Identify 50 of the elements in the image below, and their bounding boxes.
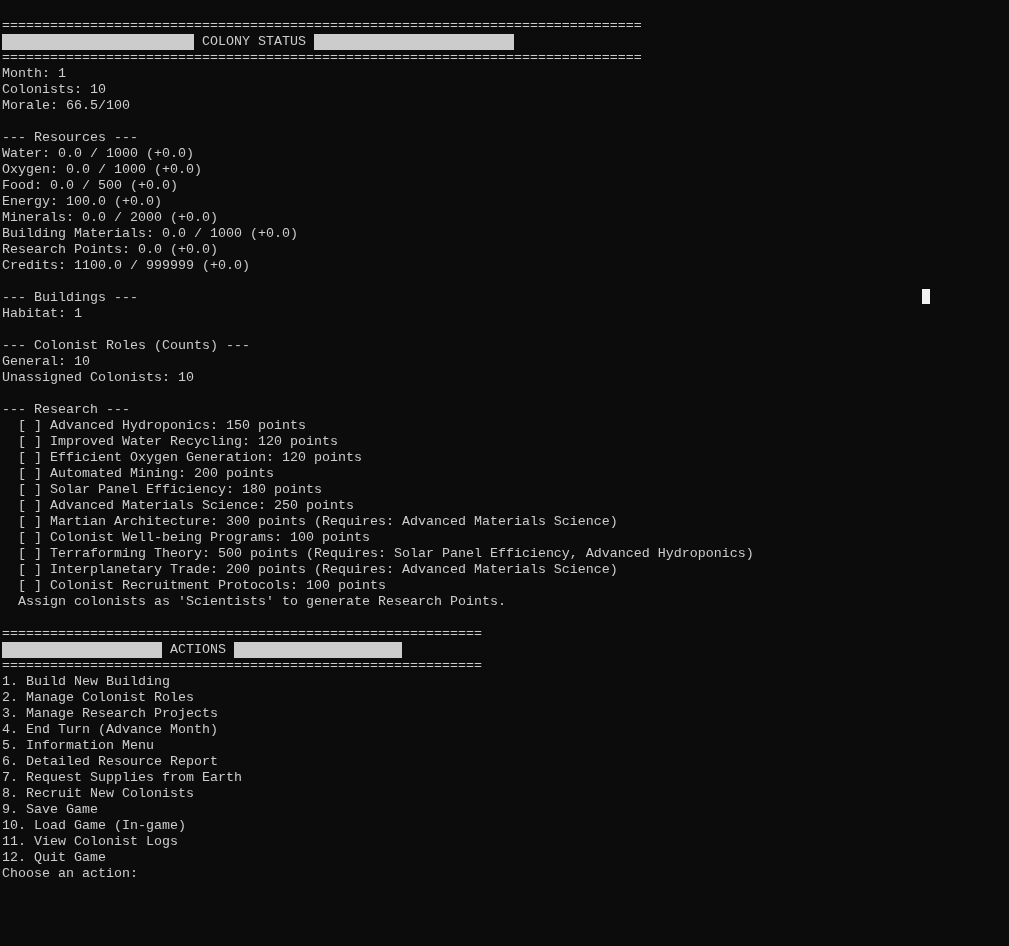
output-line: 2. Manage Colonist Roles bbox=[2, 690, 194, 705]
output-line: 11. View Colonist Logs bbox=[2, 834, 178, 849]
output-line: Month: 1 bbox=[2, 66, 66, 81]
output-line: Food: 0.0 / 500 (+0.0) bbox=[2, 178, 178, 193]
output-line: 8. Recruit New Colonists bbox=[2, 786, 194, 801]
output-line: Unassigned Colonists: 10 bbox=[2, 370, 194, 385]
output-line: Oxygen: 0.0 / 1000 (+0.0) bbox=[2, 162, 202, 177]
output-line: --- Research --- bbox=[2, 402, 130, 417]
separator-line: ============================================================ bbox=[2, 658, 483, 674]
output-line: Colonists: 10 bbox=[2, 82, 106, 97]
separator-line: ================================================================================ bbox=[2, 18, 643, 34]
output-line: 7. Request Supplies from Earth bbox=[2, 770, 242, 785]
output-line: 1. Build New Building bbox=[2, 674, 170, 689]
output-line: [ ] Colonist Recruitment Protocols: 100 points bbox=[17, 578, 386, 593]
output-line: [ ] Efficient Oxygen Generation: 120 points bbox=[17, 450, 362, 465]
section-heading: COLONY STATUS bbox=[200, 34, 307, 50]
output-line: 10. Load Game (In-game) bbox=[2, 818, 186, 833]
output-line: Habitat: 1 bbox=[2, 306, 82, 321]
output-line: 4. End Turn (Advance Month) bbox=[2, 722, 218, 737]
output-line: [ ] Advanced Materials Science: 250 points bbox=[17, 498, 354, 513]
output-line: 12. Quit Game bbox=[2, 850, 106, 865]
output-line: Research Points: 0.0 (+0.0) bbox=[2, 242, 218, 257]
output-line: [ ] Terraforming Theory: 500 points (Requires: Solar Panel Efficiency, Advanced Hydroponics) bbox=[17, 546, 754, 561]
output-line: Morale: 66.5/100 bbox=[2, 98, 130, 113]
output-line: [ ] Colonist Well-being Programs: 100 points bbox=[17, 530, 370, 545]
output-line: [ ] Improved Water Recycling: 120 points bbox=[17, 434, 338, 449]
output-line: 3. Manage Research Projects bbox=[2, 706, 218, 721]
output-line: 9. Save Game bbox=[2, 802, 98, 817]
separator-line: ================================================================================ bbox=[2, 50, 643, 66]
output-line: Credits: 1100.0 / 999999 (+0.0) bbox=[2, 258, 250, 273]
output-line: --- Colonist Roles (Counts) --- bbox=[2, 338, 250, 353]
output-line: Minerals: 0.0 / 2000 (+0.0) bbox=[2, 210, 218, 225]
output-line: 6. Detailed Resource Report bbox=[2, 754, 218, 769]
cursor-icon bbox=[922, 289, 930, 304]
input-prompt: Choose an action: bbox=[2, 866, 138, 881]
output-line: 5. Information Menu bbox=[2, 738, 154, 753]
output-line: General: 10 bbox=[2, 354, 90, 369]
output-line: [ ] Automated Mining: 200 points bbox=[17, 466, 274, 481]
output-line: [ ] Solar Panel Efficiency: 180 points bbox=[17, 482, 322, 497]
output-line: [ ] Interplanetary Trade: 200 points (Requires: Advanced Materials Science) bbox=[17, 562, 618, 577]
output-line: Assign colonists as 'Scientists' to generate Research Points. bbox=[17, 594, 506, 609]
output-line: [ ] Advanced Hydroponics: 150 points bbox=[17, 418, 306, 433]
output-line: Water: 0.0 / 1000 (+0.0) bbox=[2, 146, 194, 161]
separator-line: ============================================================ bbox=[2, 626, 483, 642]
output-line: Energy: 100.0 (+0.0) bbox=[2, 194, 162, 209]
section-heading: ACTIONS bbox=[168, 642, 227, 658]
output-line: [ ] Martian Architecture: 300 points (Requires: Advanced Materials Science) bbox=[17, 514, 618, 529]
output-line: --- Resources --- bbox=[2, 130, 138, 145]
output-line: --- Buildings --- bbox=[2, 290, 138, 305]
output-line: Building Materials: 0.0 / 1000 (+0.0) bbox=[2, 226, 298, 241]
